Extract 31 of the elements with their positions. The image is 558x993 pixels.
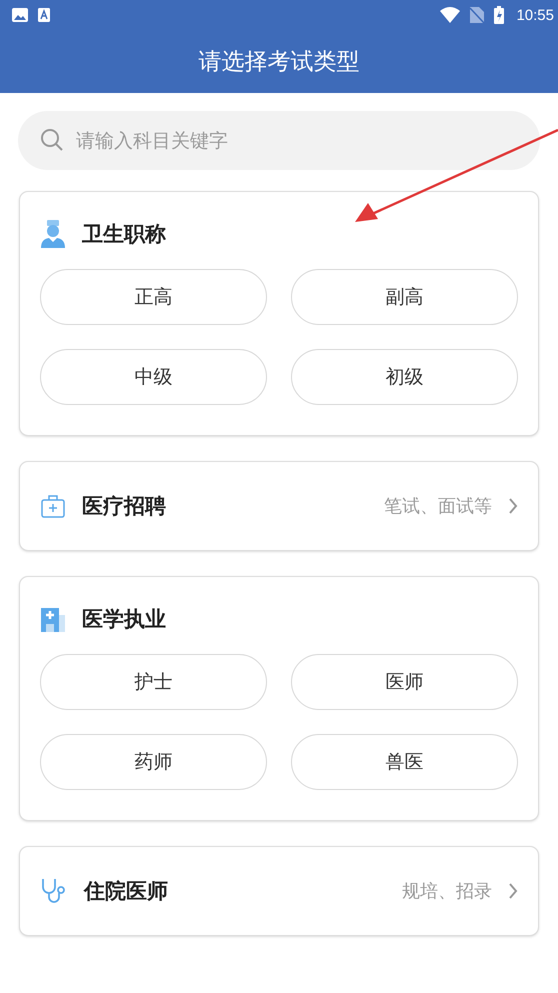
category-title: 住院医师 xyxy=(84,878,169,905)
page-title: 请选择考试类型 xyxy=(198,48,360,77)
option-button[interactable]: 副高 xyxy=(291,269,518,325)
option-button[interactable]: 正高 xyxy=(40,269,267,325)
category-hint: 规培、招录 xyxy=(402,880,492,903)
chevron-right-icon xyxy=(508,882,518,900)
hospital-icon xyxy=(40,606,66,632)
medical-kit-icon xyxy=(40,493,66,519)
image-icon xyxy=(12,8,28,22)
option-button[interactable]: 药师 xyxy=(40,734,267,790)
category-link[interactable]: 住院医师 规培、招录 xyxy=(20,847,538,935)
status-time: 10:55 xyxy=(516,6,554,24)
category-hint: 笔试、面试等 xyxy=(384,495,492,518)
wifi-icon xyxy=(440,7,460,23)
doctor-icon xyxy=(40,220,66,248)
option-button[interactable]: 中级 xyxy=(40,349,267,405)
category-title: 医学执业 xyxy=(82,606,167,633)
option-button[interactable]: 医师 xyxy=(291,654,518,710)
chevron-right-icon xyxy=(508,497,518,515)
no-sim-icon xyxy=(470,7,484,23)
option-button[interactable]: 初级 xyxy=(291,349,518,405)
category-title: 卫生职称 xyxy=(82,221,167,248)
category-link[interactable]: 医疗招聘 笔试、面试等 xyxy=(20,462,538,550)
option-button[interactable]: 兽医 xyxy=(291,734,518,790)
battery-icon xyxy=(494,6,504,24)
category-title: 医疗招聘 xyxy=(82,493,167,520)
search-icon xyxy=(40,128,64,152)
search-field[interactable]: 请输入科目关键字 xyxy=(18,111,540,170)
stethoscope-icon xyxy=(40,877,68,905)
option-button[interactable]: 护士 xyxy=(40,654,267,710)
font-icon xyxy=(38,8,50,22)
